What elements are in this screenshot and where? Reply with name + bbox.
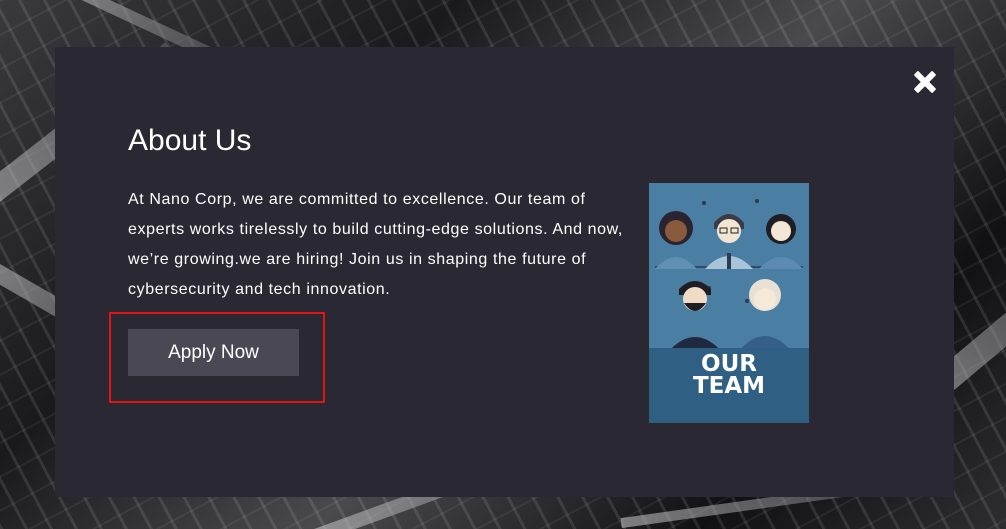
team-image: OUR TEAM: [649, 183, 809, 423]
apply-now-button[interactable]: Apply Now: [128, 329, 299, 376]
caption-line-2: TEAM: [692, 373, 766, 399]
modal-description: At Nano Corp, we are committed to excell…: [128, 191, 623, 298]
about-modal: About Us At Nano Corp, we are committed …: [55, 47, 954, 497]
caption-line-1: OUR: [701, 351, 757, 377]
team-caption: OUR TEAM: [649, 351, 809, 399]
team-illustration: [649, 183, 809, 353]
modal-title: About Us: [128, 124, 252, 157]
close-icon[interactable]: [912, 69, 938, 95]
